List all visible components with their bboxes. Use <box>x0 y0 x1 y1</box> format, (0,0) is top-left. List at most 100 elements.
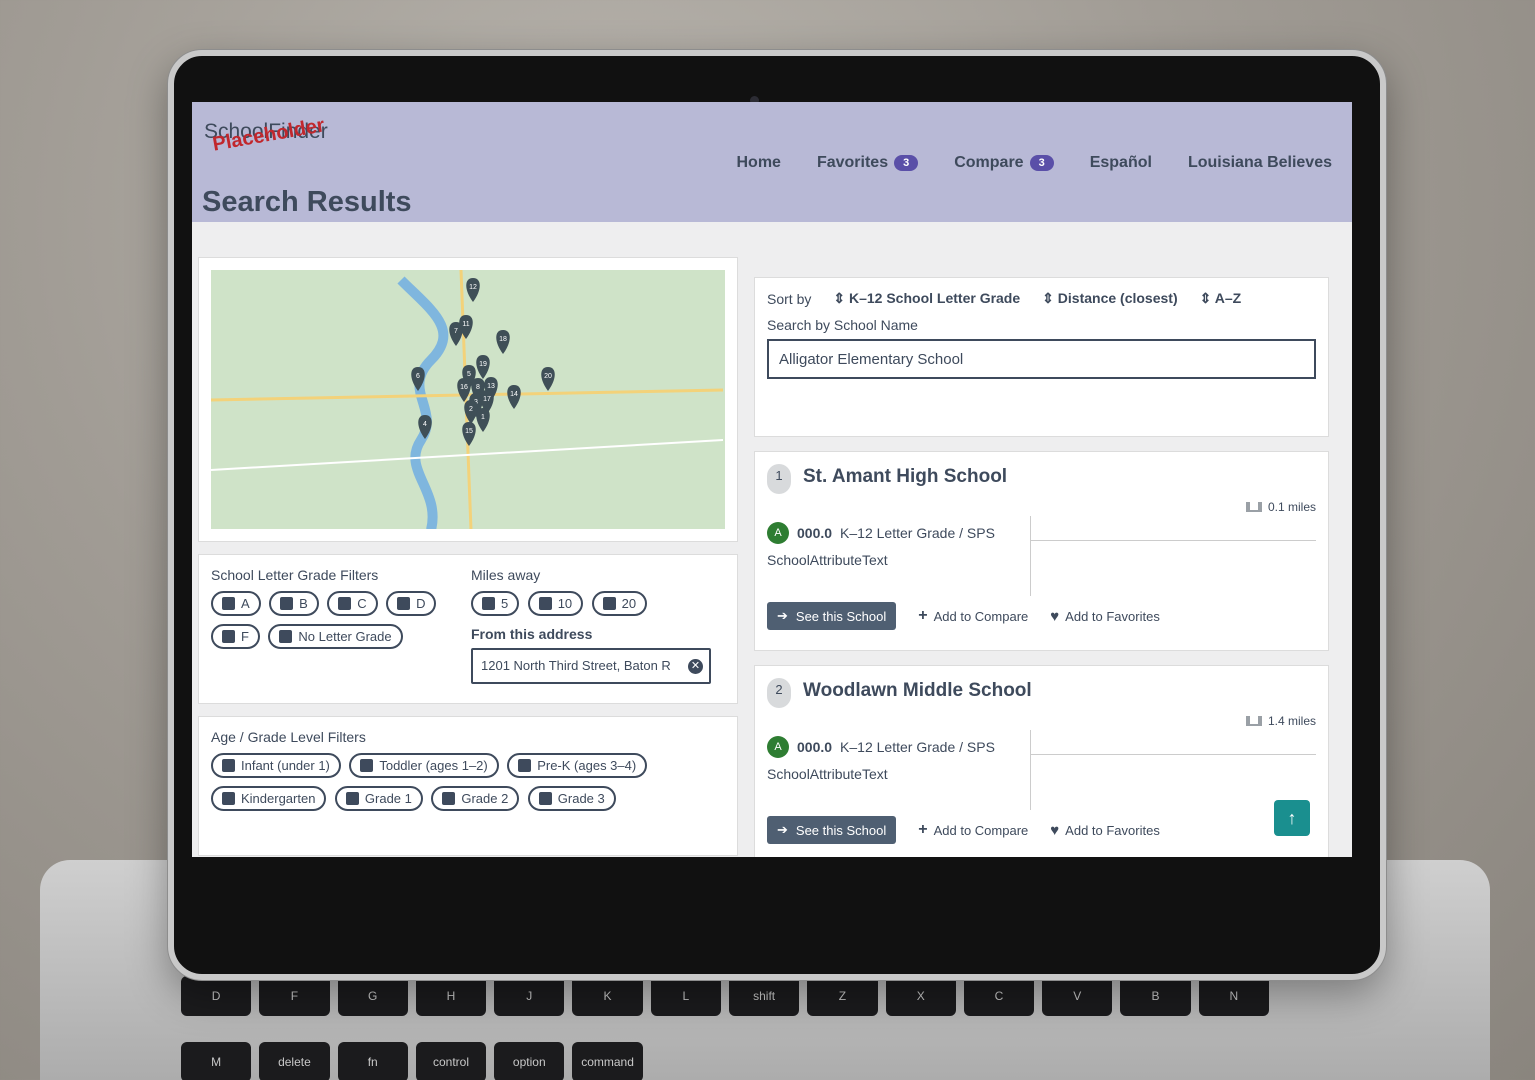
nav-compare[interactable]: Compare 3 <box>954 154 1054 172</box>
nav-espanol-label: Español <box>1089 154 1152 171</box>
miles-filter-10[interactable]: 10 <box>527 591 584 616</box>
nav-louisiana-believes-label: Louisiana Believes <box>1187 154 1332 171</box>
arrow-right-icon: ➔ <box>777 608 788 623</box>
nav-espanol[interactable]: Español <box>1090 154 1152 172</box>
school-card-2: 2 Woodlawn Middle School 1.4 miles A 000… <box>754 665 1329 857</box>
clear-icon[interactable]: ✕ <box>688 659 703 674</box>
score: 000.0 <box>797 525 833 541</box>
checkbox-icon <box>280 597 294 610</box>
map-pin-label: 18 <box>499 336 507 343</box>
sort-option-distance[interactable]: ⇕ Distance (closest) <box>1042 290 1177 307</box>
grade-filter-a[interactable]: A <box>211 591 261 616</box>
add-to-compare-label: Add to Compare <box>933 608 1029 624</box>
letter-grade-badge: A <box>767 522 789 544</box>
sort-option-label: A–Z <box>1214 290 1242 306</box>
school-name[interactable]: St. Amant High School <box>803 466 1007 488</box>
map-pin[interactable]: 18 <box>496 330 510 354</box>
map-pin-label: 16 <box>460 384 468 391</box>
add-to-favorites-label: Add to Favorites <box>1065 608 1160 624</box>
map-pin-label: 13 <box>487 383 495 390</box>
age-filter-toddler[interactable]: Toddler (ages 1–2) <box>349 753 499 778</box>
compare-count-badge: 3 <box>1029 155 1054 171</box>
grade-filter-none[interactable]: No Letter Grade <box>268 624 403 649</box>
keyboard-key: G <box>337 976 408 1017</box>
nav-favorites[interactable]: Favorites 3 <box>817 154 919 172</box>
keyboard-key: control <box>415 1041 487 1080</box>
map-pin[interactable]: 15 <box>462 422 476 446</box>
sort-option-grade[interactable]: ⇕ K–12 School Letter Grade <box>833 290 1020 307</box>
card-actions: ➔ See this School + Add to Compare ♥ Add to… <box>767 602 1160 630</box>
heart-icon: ♥ <box>1050 607 1060 625</box>
grade-filter-f[interactable]: F <box>211 624 260 649</box>
grade-filter-card: School Letter Grade Filters A B C D F No… <box>198 554 738 704</box>
top-bar: SchoolFinder Placeholder Home Favorites 3… <box>192 102 1352 222</box>
nav-louisiana-believes[interactable]: Louisiana Believes <box>1188 154 1332 172</box>
add-to-compare-button[interactable]: + Add to Compare <box>918 821 1028 839</box>
age-filter-label: Toddler (ages 1–2) <box>379 758 488 773</box>
map-pin-label: 19 <box>479 361 487 368</box>
miles-filter-5[interactable]: 5 <box>471 591 520 616</box>
keyboard-key: L <box>650 976 721 1017</box>
grade-filter-c[interactable]: C <box>327 591 378 616</box>
map-pin[interactable]: 19 <box>476 355 490 379</box>
scroll-to-top-button[interactable]: ↑ <box>1274 800 1310 836</box>
checkbox-icon <box>442 792 456 805</box>
sort-option-label: K–12 School Letter Grade <box>848 290 1021 306</box>
map-pin[interactable]: 12 <box>466 278 480 302</box>
nav-compare-label: Compare <box>954 154 1024 171</box>
add-to-favorites-button[interactable]: ♥ Add to Favorites <box>1050 608 1160 625</box>
metric-label: K–12 Letter Grade / SPS <box>840 525 995 541</box>
age-filter-prek[interactable]: Pre-K (ages 3–4) <box>507 753 648 778</box>
grade-filters-title: School Letter Grade Filters <box>211 567 379 583</box>
rank-badge: 2 <box>767 678 791 708</box>
miles-filter-20[interactable]: 20 <box>591 591 648 616</box>
search-label: Search by School Name <box>767 317 918 333</box>
address-input[interactable]: 1201 North Third Street, Baton R ✕ <box>471 648 711 684</box>
logo[interactable]: SchoolFinder Placeholder <box>204 114 344 160</box>
checkbox-icon <box>338 597 352 610</box>
see-school-label: See this School <box>795 608 887 624</box>
age-filter-grade-1[interactable]: Grade 1 <box>334 786 423 811</box>
keyboard-key: D <box>181 976 252 1017</box>
map-pin[interactable]: 16 <box>457 378 471 402</box>
map-pin-label: 6 <box>416 373 420 380</box>
grade-filter-b[interactable]: B <box>269 591 319 616</box>
add-to-favorites-button[interactable]: ♥ Add to Favorites <box>1050 822 1160 839</box>
see-school-button[interactable]: ➔ See this School <box>767 602 897 630</box>
letter-grade-badge: A <box>767 736 789 758</box>
road-icon <box>1245 502 1262 512</box>
checkbox-icon <box>482 597 495 610</box>
map-pin-label: 7 <box>454 328 458 335</box>
miles-filter-label: 20 <box>621 596 637 611</box>
age-filter-grade-2[interactable]: Grade 2 <box>431 786 520 811</box>
screen: SchoolFinder Placeholder Home Favorites 3… <box>192 102 1352 857</box>
distance-label: 1.4 miles <box>1267 714 1316 728</box>
school-name[interactable]: Woodlawn Middle School <box>803 680 1032 702</box>
keyboard-key: B <box>1120 976 1191 1017</box>
keyboard-key: command <box>572 1041 643 1080</box>
map-pin[interactable]: 7 <box>449 322 463 346</box>
age-filter-kindergarten[interactable]: Kindergarten <box>211 786 327 811</box>
grade-filter-d[interactable]: D <box>386 591 437 616</box>
age-filter-label: Grade 2 <box>461 791 509 806</box>
checkbox-icon <box>538 597 552 610</box>
distance-label: 0.1 miles <box>1267 500 1316 514</box>
school-search-input[interactable]: Alligator Elementary School <box>767 339 1316 379</box>
map-pin-label: 11 <box>462 321 469 328</box>
keyboard-key: J <box>494 976 565 1017</box>
age-filter-grade-3[interactable]: Grade 3 <box>527 786 616 811</box>
age-filter-infant[interactable]: Infant (under 1) <box>211 753 341 778</box>
add-to-compare-button[interactable]: + Add to Compare <box>918 607 1028 625</box>
map[interactable]: 1211718519616813203171424151 <box>211 270 725 529</box>
nav-home[interactable]: Home <box>737 154 781 172</box>
keyboard-key: shift <box>728 976 800 1017</box>
sort-option-az[interactable]: ⇕ A–Z <box>1200 290 1242 307</box>
map-pin[interactable]: 1 <box>476 408 490 432</box>
sort-card: Sort by ⇕ K–12 School Letter Grade ⇕ Dis… <box>754 277 1329 437</box>
divider <box>1030 540 1316 541</box>
map-pin[interactable]: 14 <box>507 385 521 409</box>
plus-icon: + <box>918 821 928 838</box>
map-pin[interactable]: 20 <box>541 367 555 391</box>
age-filter-label: Infant (under 1) <box>241 758 330 773</box>
see-school-button[interactable]: ➔ See this School <box>767 816 897 844</box>
